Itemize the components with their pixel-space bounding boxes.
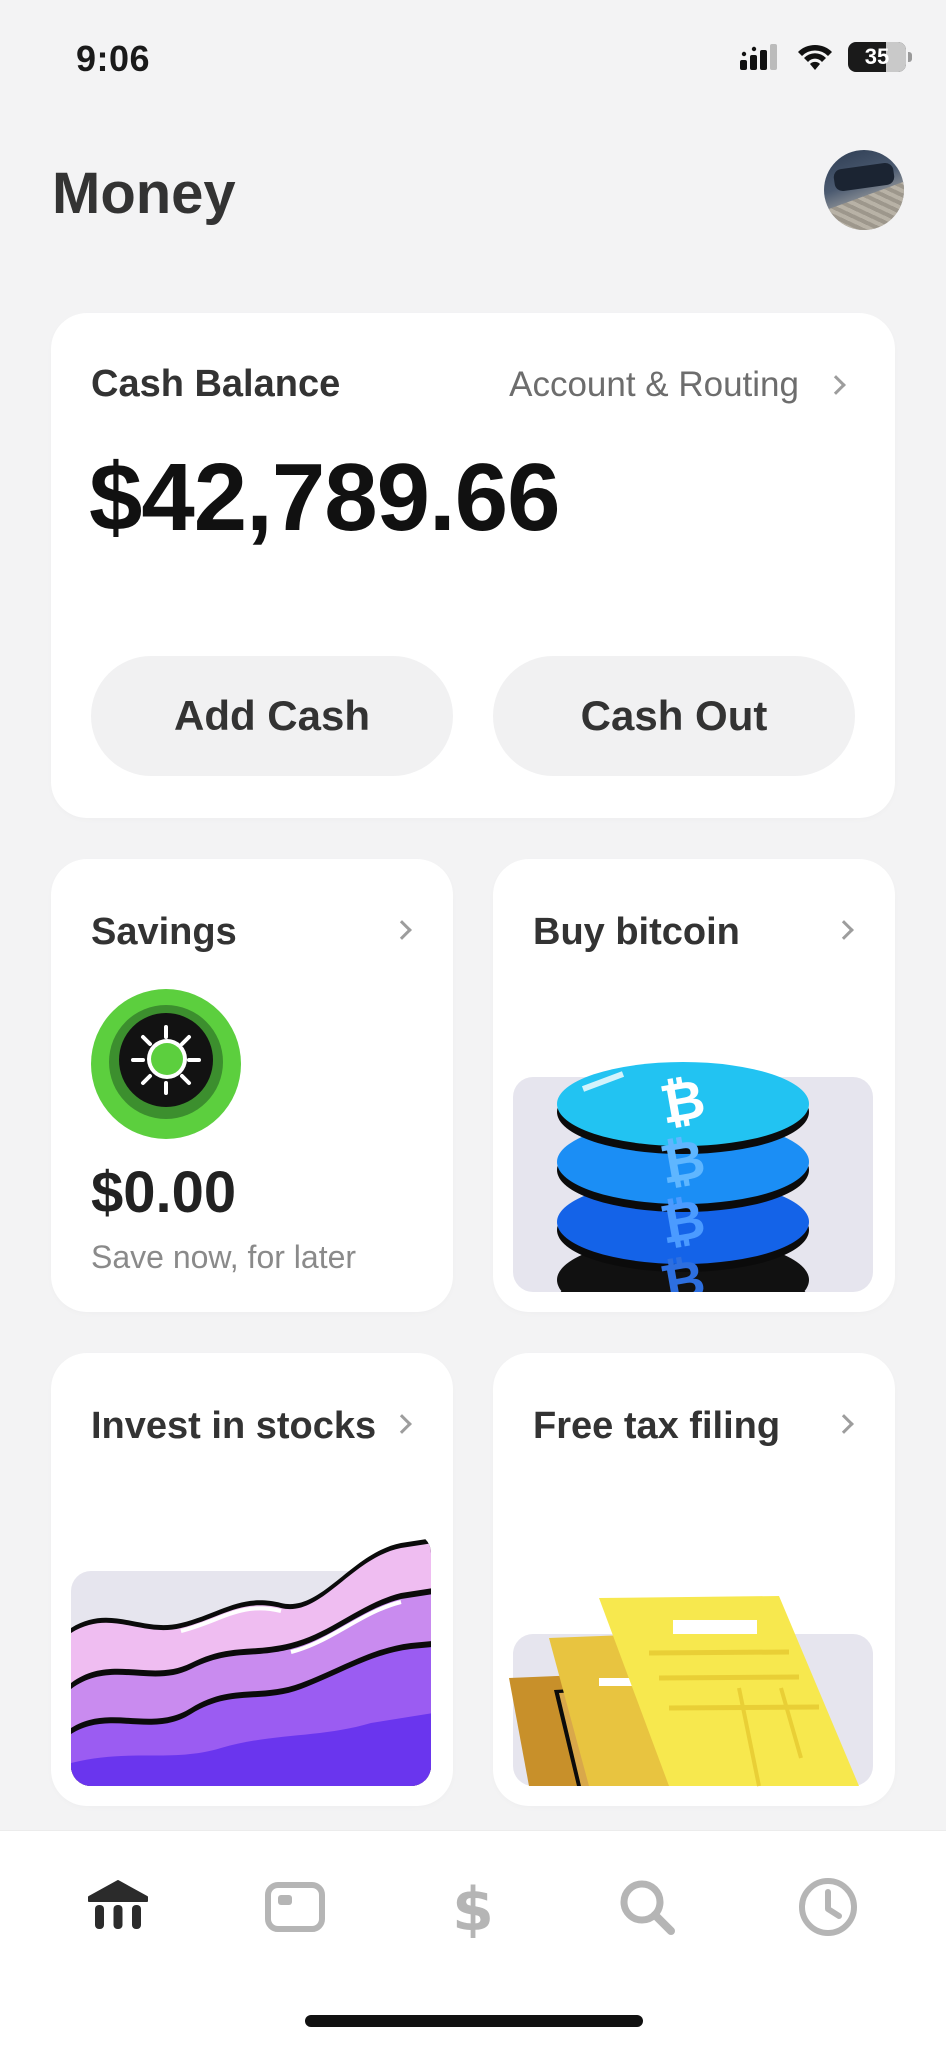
free-tax-filing-tile[interactable]: Free tax filing — [493, 1353, 895, 1806]
status-bar: 9:06 35 — [0, 0, 946, 120]
invest-stocks-title: Invest in stocks — [91, 1405, 377, 1447]
chevron-right-icon — [834, 920, 854, 940]
tab-pay[interactable]: $ — [433, 1867, 513, 1947]
account-routing-link[interactable]: Account & Routing — [509, 365, 846, 405]
tab-search[interactable] — [607, 1867, 687, 1947]
chevron-right-icon — [392, 1414, 412, 1434]
cash-balance-label: Cash Balance — [91, 363, 341, 405]
bank-icon — [88, 1880, 148, 1929]
status-time: 9:06 — [76, 38, 151, 79]
invest-stocks-tile[interactable]: Invest in stocks — [51, 1353, 453, 1806]
search-icon — [620, 1880, 675, 1935]
avatar[interactable] — [824, 150, 904, 230]
tab-activity[interactable] — [788, 1867, 868, 1947]
card-icon — [265, 1882, 325, 1932]
chevron-right-icon — [392, 920, 412, 940]
home-indicator — [305, 2015, 643, 2027]
chevron-right-icon — [834, 1414, 854, 1434]
savings-tile[interactable]: Savings $0.00 Save now, for later — [51, 859, 453, 1312]
savings-subtitle: Save now, for later — [91, 1239, 357, 1275]
battery-level: 35 — [864, 44, 890, 69]
wifi-icon — [798, 44, 832, 70]
clock-icon — [799, 1878, 857, 1936]
cash-balance-card: Cash Balance Account & Routing $42,789.6… — [51, 313, 895, 818]
tax-documents-illustration — [509, 1596, 859, 1787]
page-title: Money — [52, 161, 236, 226]
savings-icon — [91, 989, 241, 1139]
savings-amount: $0.00 — [91, 1160, 237, 1225]
cash-out-button[interactable]: Cash Out — [493, 656, 855, 776]
buy-bitcoin-tile[interactable]: Buy bitcoin ₿ ₿ ₿ ₿ — [493, 859, 895, 1312]
svg-text:$: $ — [452, 1876, 494, 1938]
add-cash-button[interactable]: Add Cash — [91, 656, 453, 776]
cellular-signal-icon — [740, 44, 777, 70]
account-routing-label: Account & Routing — [509, 365, 799, 404]
battery-icon: 35 — [848, 42, 912, 72]
stocks-waves-illustration — [71, 1538, 431, 1786]
savings-title: Savings — [91, 911, 237, 953]
tab-home[interactable] — [78, 1867, 158, 1947]
dollar-icon: $ — [452, 1876, 494, 1938]
chevron-right-icon — [826, 375, 846, 395]
cash-balance-amount: $42,789.66 — [89, 444, 560, 551]
buy-bitcoin-title: Buy bitcoin — [533, 911, 740, 953]
tab-card[interactable] — [255, 1867, 335, 1947]
free-tax-filing-title: Free tax filing — [533, 1405, 781, 1447]
status-icons: 35 — [738, 42, 912, 72]
bitcoin-coins-illustration: ₿ ₿ ₿ ₿ — [557, 1062, 809, 1292]
